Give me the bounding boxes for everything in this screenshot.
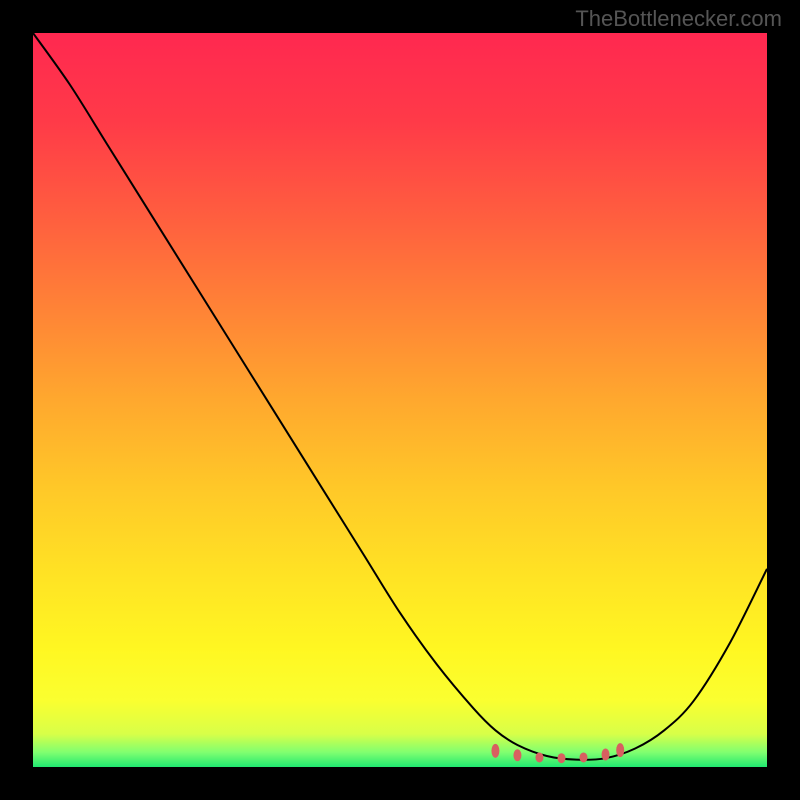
valley-marker [491, 744, 499, 758]
valley-marker [602, 749, 610, 761]
valley-marker [580, 752, 588, 762]
valley-marker [513, 749, 521, 761]
valley-marker [535, 752, 543, 762]
attribution-text: TheBottlenecker.com [575, 6, 782, 32]
chart-svg [33, 33, 767, 767]
gradient-background [33, 33, 767, 767]
valley-marker [616, 743, 624, 757]
chart-plot-area [33, 33, 767, 767]
valley-marker [557, 753, 565, 763]
